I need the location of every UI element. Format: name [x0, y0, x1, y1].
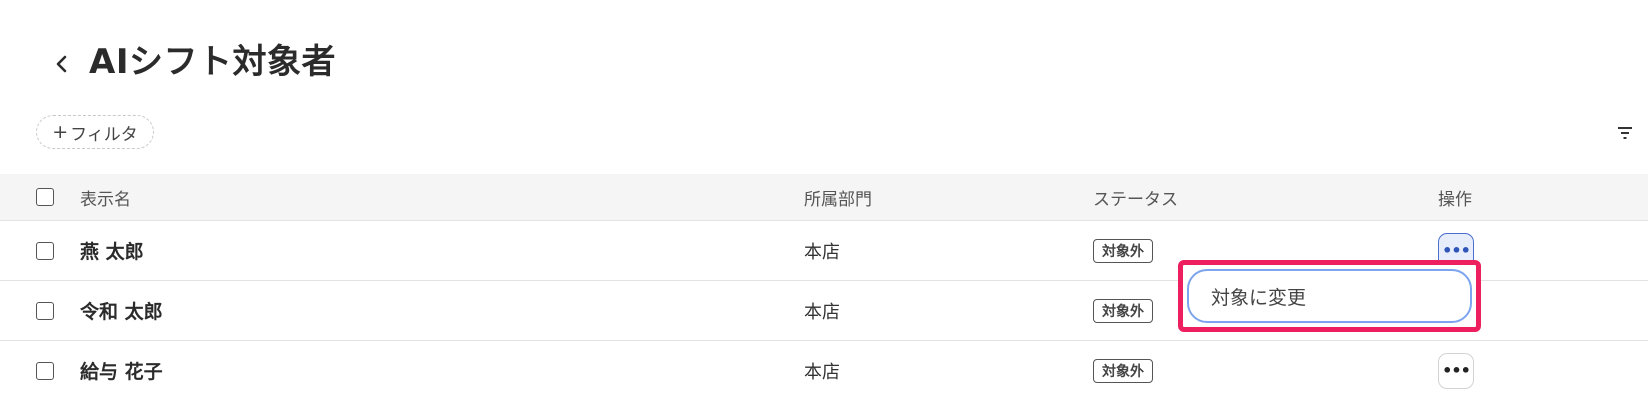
header-department[interactable]: 所属部門: [804, 174, 872, 220]
department-name: 本店: [804, 361, 840, 383]
app-root: AIシフト対象者 + フィルタ 表示名 所属部門 ステータス 操作 燕 太郎 本…: [0, 0, 1648, 397]
add-filter-button[interactable]: + フィルタ: [36, 115, 154, 149]
filter-lines-icon: [1618, 127, 1632, 139]
row-checkbox[interactable]: [36, 361, 54, 380]
department-name: 本店: [804, 241, 840, 263]
header-operations: 操作: [1438, 189, 1472, 210]
change-to-target-menu-item[interactable]: 対象に変更: [1187, 269, 1472, 323]
header-status[interactable]: ステータス: [1093, 174, 1178, 220]
department-name: 本店: [804, 301, 840, 323]
page-title: AIシフト対象者: [89, 42, 336, 82]
filter-label: フィルタ: [70, 124, 138, 145]
header-name[interactable]: 表示名: [80, 174, 131, 220]
more-actions-button[interactable]: •••: [1438, 352, 1474, 389]
status-badge: 対象外: [1093, 298, 1153, 323]
more-horizontal-icon: •••: [1442, 241, 1471, 260]
row-checkbox[interactable]: [36, 241, 54, 260]
row-checkbox[interactable]: [36, 301, 54, 320]
status-badge: 対象外: [1093, 358, 1153, 383]
select-all-checkbox[interactable]: [36, 188, 54, 206]
back-button[interactable]: [48, 47, 76, 81]
employee-name: 令和 太郎: [80, 301, 163, 323]
table-row: 給与 花子 本店 対象外 •••: [0, 341, 1648, 397]
employee-name: 燕 太郎: [80, 241, 144, 263]
more-horizontal-icon: •••: [1442, 361, 1471, 380]
plus-icon: +: [52, 121, 69, 143]
sort-filter-button[interactable]: [1613, 123, 1637, 143]
status-badge: 対象外: [1093, 238, 1153, 263]
table-header-row: 表示名 所属部門 ステータス 操作: [0, 174, 1648, 221]
chevron-left-icon: [56, 55, 67, 73]
employee-name: 給与 花子: [80, 361, 163, 383]
